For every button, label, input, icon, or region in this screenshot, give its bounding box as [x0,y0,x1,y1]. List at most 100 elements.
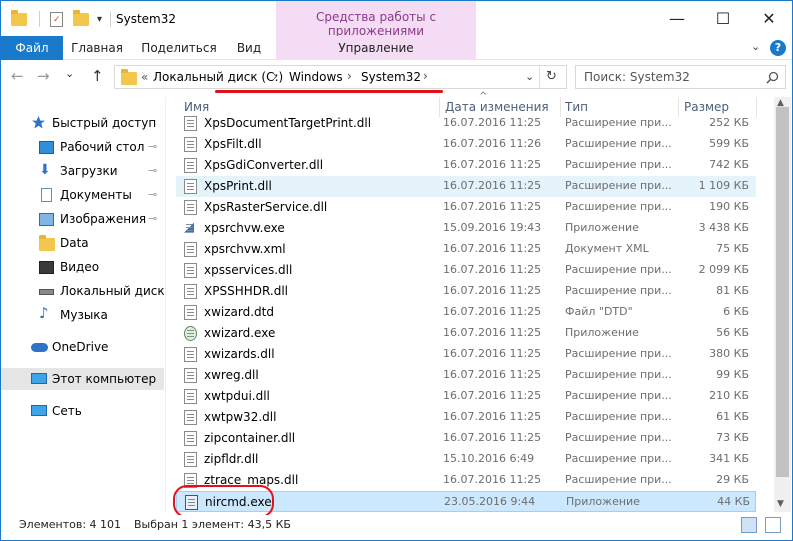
file-name: xpsservices.dll [204,263,293,277]
file-row[interactable]: zipfldr.dll 15.10.2016 6:49 Расширение при… [176,449,756,470]
network-icon [31,405,47,416]
column-divider[interactable] [756,97,757,117]
sidebar-item-label: Быстрый доступ [52,116,157,130]
file-name: XpsGdiConverter.dll [204,158,324,172]
sidebar-item-network[interactable]: Сеть [1,400,164,422]
file-row[interactable]: xpsservices.dll 16.07.2016 11:25 Расширени… [176,260,756,281]
pin-icon[interactable]: ⊸ [148,164,157,177]
sidebar-item-downloads[interactable]: ⬇ Загрузки ⊸ [1,160,164,182]
file-row[interactable]: xwtpw32.dll 16.07.2016 11:25 Расширение пр… [176,407,756,428]
video-icon [39,261,54,274]
file-row[interactable]: xwizards.dll 16.07.2016 11:25 Расширение п… [176,344,756,365]
file-row[interactable]: xpsrchvw.xml 16.07.2016 11:25 Документ XML… [176,239,756,260]
file-icon [184,368,197,383]
properties-icon[interactable]: ✓ [50,11,63,27]
pane-divider[interactable] [165,97,166,512]
file-row[interactable]: xwizard.exe 16.07.2016 11:25 Приложение 56 … [176,323,756,344]
file-size: 81 КБ [716,284,749,297]
sidebar-item-music[interactable]: ♪ Музыка [1,304,164,326]
desktop-icon [39,141,54,154]
ribbon-expand-icon[interactable]: ⌄ [751,40,760,53]
file-size: 599 КБ [709,137,749,150]
file-row[interactable]: ◢ xpsrchvw.exe 15.09.2016 19:43 Приложение 3… [176,218,756,239]
file-row[interactable]: zipcontainer.dll 16.07.2016 11:25 Расширен… [176,428,756,449]
file-name: xwizard.exe [204,326,276,340]
file-icon [184,389,197,404]
file-size: 190 КБ [709,200,749,213]
file-row[interactable]: XPSSHHDR.dll 16.07.2016 11:25 Расширение п… [176,281,756,302]
sidebar-item-onedrive[interactable]: OneDrive [1,336,164,358]
recent-locations-button[interactable]: ⌄ [65,67,74,80]
tab-manage[interactable]: Управление [276,36,476,60]
sidebar-item-this-pc[interactable]: Этот компьютер [1,368,164,390]
new-folder-icon[interactable] [73,9,89,26]
file-icon [184,347,197,362]
sidebar-item-video[interactable]: Видео [1,256,164,278]
sidebar-item-desktop[interactable]: Рабочий стол ⊸ [1,136,164,158]
breadcrumb-separator-icon[interactable]: › [273,69,278,83]
customize-toolbar-icon[interactable]: ▾ [97,14,102,25]
tab-home[interactable]: Главная [63,36,131,60]
close-button[interactable]: ✕ [746,1,792,36]
context-tab-title: Средства работы с приложениями [315,10,437,38]
file-row[interactable]: xwtpdui.dll 16.07.2016 11:25 Расширение пр… [176,386,756,407]
pin-icon[interactable]: ⊸ [148,140,157,153]
sidebar-item-label: Видео [60,260,100,274]
search-input[interactable]: Поиск: System32 [575,65,786,89]
tab-view[interactable]: Вид [227,36,271,60]
file-row[interactable]: XpsPrint.dll 16.07.2016 11:25 Расширение п… [176,176,756,197]
large-icons-view-icon[interactable] [765,517,781,533]
back-button[interactable]: ← [11,67,24,85]
file-row[interactable]: xwreg.dll 16.07.2016 11:25 Расширение при.… [176,365,756,386]
help-icon[interactable]: ? [770,40,786,56]
file-date: 15.09.2016 19:43 [443,221,542,234]
tab-share[interactable]: Поделиться [137,36,221,60]
vertical-scrollbar[interactable]: ▲ ▼ [774,97,791,512]
file-row[interactable]: XpsRasterService.dll 16.07.2016 11:25 Расш… [176,197,756,218]
address-history-icon[interactable]: ⌄ [525,70,534,83]
xps-viewer-icon: ◢ [184,221,197,236]
sidebar-item-label: Изображения [60,212,147,226]
music-icon: ♪ [39,304,49,322]
search-icon[interactable] [766,71,779,84]
file-name: XpsDocumentTargetPrint.dll [204,116,372,130]
file-size: 61 КБ [716,410,749,423]
file-type: Расширение при... [565,410,672,423]
file-row[interactable]: XpsDocumentTargetPrint.dll 16.07.2016 11:… [176,113,756,134]
breadcrumb-local-disk[interactable]: Локальный диск (C:) [153,70,283,84]
file-row[interactable]: XpsFilt.dll 16.07.2016 11:26 Расширение пр… [176,134,756,155]
pin-icon[interactable]: ⊸ [148,212,157,225]
sidebar-item-data[interactable]: Data [1,232,164,254]
breadcrumb-overflow[interactable]: « [141,70,148,84]
up-button[interactable]: ↑ [91,67,104,85]
breadcrumb-separator-icon[interactable]: › [423,69,428,83]
refresh-icon[interactable]: ↻ [546,69,557,84]
file-date: 15.10.2016 6:49 [443,452,535,465]
details-view-icon[interactable] [741,517,757,533]
scroll-down-icon[interactable]: ▼ [777,499,784,509]
status-bar: Элементов: 4 101 Выбран 1 элемент: 43,5 … [1,515,792,540]
sidebar-item-pictures[interactable]: Изображения ⊸ [1,208,164,230]
pin-icon[interactable]: ⊸ [148,188,157,201]
file-name: XpsFilt.dll [204,137,262,151]
file-row[interactable]: xwizard.dtd 16.07.2016 11:25 Файл "DTD" 6 К… [176,302,756,323]
ribbon-tabs: Файл Главная Поделиться Вид Управление ⌄… [1,36,792,60]
tab-file[interactable]: Файл [1,36,63,60]
file-row[interactable]: XpsGdiConverter.dll 16.07.2016 11:25 Расши… [176,155,756,176]
sidebar-item-drive-d[interactable]: Локальный диск (D [1,280,164,302]
file-name: xwreg.dll [204,368,259,382]
sidebar-item-documents[interactable]: Документы ⊸ [1,184,164,206]
breadcrumb-system32[interactable]: System32 [361,70,421,84]
maximize-button[interactable]: ☐ [700,1,746,36]
sidebar-item-label: Этот компьютер [52,372,157,386]
file-icon [184,452,197,467]
file-size: 742 КБ [709,158,749,171]
scrollbar-thumb[interactable] [776,107,789,477]
selection-info: Выбран 1 элемент: 43,5 КБ [134,518,291,531]
breadcrumb-windows[interactable]: Windows [289,70,343,84]
sidebar-item-quick-access[interactable]: Быстрый доступ [1,112,164,134]
minimize-button[interactable]: — [654,1,700,36]
address-bar[interactable]: « Локальный диск (C:) › Windows › System… [114,65,567,89]
forward-button[interactable]: → [37,67,50,85]
breadcrumb-separator-icon[interactable]: › [347,69,352,83]
